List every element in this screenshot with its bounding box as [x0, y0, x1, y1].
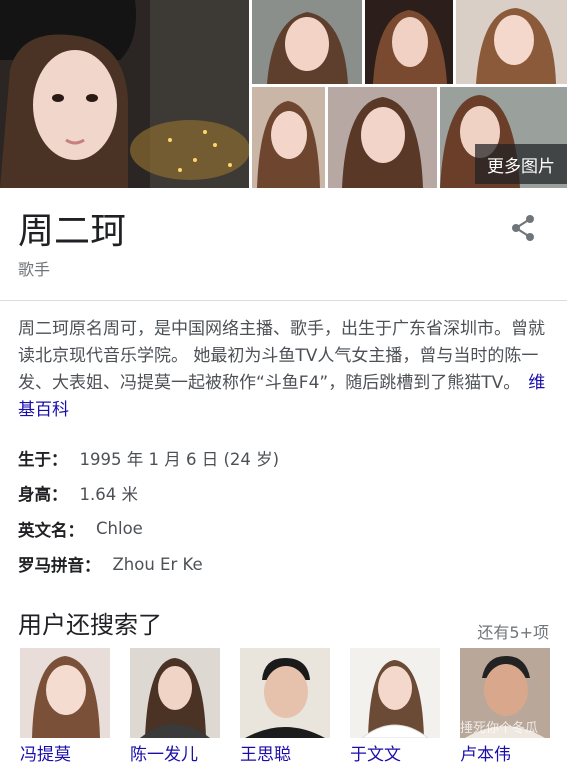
people-also-search-list: 冯提莫 陈一发儿 王思聪 于文文 捶死你个冬瓜 卢本伟 [20, 648, 567, 783]
fact-label[interactable]: 生于： [18, 446, 68, 470]
photo-thumb-5[interactable] [328, 87, 437, 188]
person-card[interactable]: 王思聪 [240, 648, 330, 765]
person-name: 陈一发儿 [130, 745, 198, 765]
entity-description: 周二珂原名周可，是中国网络主播、歌手，出生于广东省深圳市。曾就读北京现代音乐学院… [18, 316, 553, 424]
person-card[interactable]: 于文文 [350, 648, 440, 765]
person-photo [20, 648, 110, 738]
fact-english-name: 英文名： Chloe [18, 511, 553, 547]
facts-list: 生于： 1995 年 1 月 6 日 (24 岁) 身高： 1.64 米 英文名… [18, 440, 553, 582]
fact-label[interactable]: 罗马拼音： [18, 552, 101, 576]
person-photo [350, 648, 440, 738]
person-photo [130, 648, 220, 738]
description-text: 周二珂原名周可，是中国网络主播、歌手，出生于广东省深圳市。曾就读北京现代音乐学院… [18, 319, 545, 393]
person-name: 冯提莫 [20, 745, 71, 765]
fact-value: Zhou Er Ke [112, 554, 203, 574]
image-watermark: 捶死你个冬瓜 [460, 721, 539, 736]
fact-birth: 生于： 1995 年 1 月 6 日 (24 岁) [18, 440, 553, 476]
person-photo: 捶死你个冬瓜 [460, 648, 550, 738]
fact-value: Chloe [96, 519, 143, 539]
person-card[interactable]: 冯提莫 [20, 648, 110, 765]
photo-thumb-4[interactable] [252, 87, 325, 188]
person-name: 王思聪 [240, 745, 291, 765]
title-section: 周二珂 歌手 [0, 188, 567, 301]
person-card[interactable]: 陈一发儿 [130, 648, 220, 765]
person-card[interactable]: 捶死你个冬瓜 卢本伟 [460, 648, 550, 765]
fact-label[interactable]: 身高： [18, 481, 68, 505]
entity-subtitle: 歌手 [18, 260, 51, 279]
fact-label[interactable]: 英文名： [18, 517, 84, 541]
photo-thumb-1[interactable] [252, 0, 362, 84]
fact-value: 1.64 米 [79, 485, 138, 505]
fact-height: 身高： 1.64 米 [18, 476, 553, 512]
entity-title: 周二珂 [18, 211, 127, 252]
more-images-button[interactable]: 更多图片 [475, 144, 567, 184]
person-photo [240, 648, 330, 738]
more-people-link[interactable]: 还有5+项 [477, 619, 549, 643]
person-name: 于文文 [350, 745, 401, 765]
share-button[interactable] [505, 210, 541, 246]
main-photo[interactable] [0, 0, 249, 188]
fact-romanization: 罗马拼音： Zhou Er Ke [18, 547, 553, 583]
share-icon [512, 215, 534, 241]
photo-thumb-3[interactable] [456, 0, 567, 84]
fact-value: 1995 年 1 月 6 日 (24 岁) [79, 449, 280, 469]
people-also-search-heading: 用户还搜索了 [18, 611, 162, 639]
image-gallery: 更多图片 [0, 0, 567, 188]
person-name: 卢本伟 [460, 745, 511, 765]
photo-thumb-2[interactable] [365, 0, 453, 84]
